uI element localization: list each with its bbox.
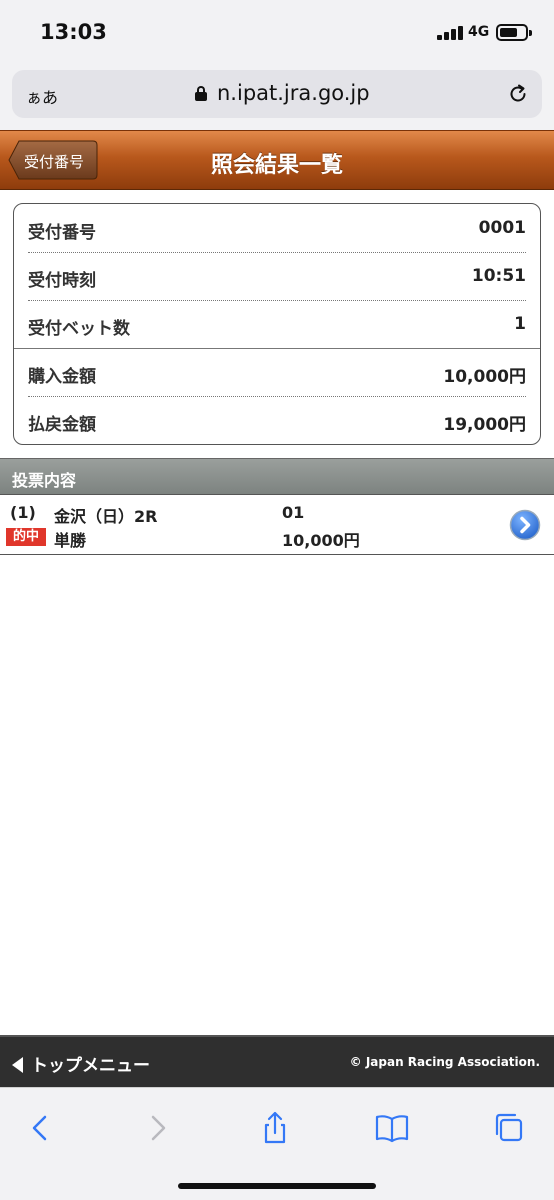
page-title: 照会結果一覧	[210, 153, 343, 178]
triangle-left-icon	[12, 1057, 23, 1073]
vote-section-title: 投票内容	[12, 471, 77, 490]
bet-count-label: 受付ベット数	[28, 319, 130, 339]
url-text[interactable]: n.ipat.jra.go.jp	[217, 81, 370, 105]
reload-icon[interactable]	[506, 82, 530, 106]
copyright-text: © Japan Racing Association.	[349, 1055, 540, 1069]
site-footer: トップメニュー © Japan Racing Association.	[0, 1035, 554, 1087]
receipt-time-value: 10:51	[471, 266, 526, 286]
receipt-number-row: 受付番号 0001	[14, 204, 540, 252]
purchase-amount-label: 購入金額	[28, 367, 96, 387]
vote-horse-number: 01	[282, 503, 305, 522]
vote-number: (1)	[10, 503, 36, 522]
bookmarks-icon[interactable]	[372, 1108, 412, 1148]
bet-count-value: 1	[514, 314, 526, 334]
home-indicator	[178, 1183, 376, 1189]
forward-arrow-icon[interactable]	[138, 1108, 178, 1148]
tabs-icon[interactable]	[490, 1108, 530, 1148]
vote-list-item[interactable]: (1) 金沢（日）2R 01 的中 単勝 10,000円	[0, 495, 554, 555]
vote-bet-type: 単勝	[54, 531, 87, 550]
top-menu-link[interactable]: トップメニュー	[12, 1051, 150, 1076]
share-icon[interactable]	[255, 1108, 295, 1148]
chevron-right-circle-icon[interactable]	[509, 509, 541, 541]
receipt-number-label: 受付番号	[28, 223, 96, 243]
address-bar[interactable]: ぁあ n.ipat.jra.go.jp	[12, 70, 542, 118]
text-size-button[interactable]: ぁあ	[26, 84, 58, 108]
hit-badge: 的中	[6, 528, 46, 546]
back-arrow-icon[interactable]	[20, 1108, 60, 1148]
payout-amount-row: 払戻金額 19,000円	[14, 396, 540, 444]
browser-address-area: ぁあ n.ipat.jra.go.jp	[0, 64, 554, 130]
network-label: 4G	[468, 24, 490, 40]
vote-race: 金沢（日）2R	[54, 507, 158, 526]
purchase-amount-value: 10,000円	[443, 367, 526, 387]
receipt-number-value: 0001	[478, 218, 526, 238]
lock-icon	[195, 86, 207, 101]
bet-count-row: 受付ベット数 1	[14, 300, 540, 348]
battery-icon	[496, 24, 532, 41]
status-bar: 13:03 4G	[0, 0, 554, 64]
payout-amount-value: 19,000円	[443, 415, 526, 435]
vote-section-header: 投票内容	[0, 458, 554, 495]
payout-amount-label: 払戻金額	[28, 415, 96, 435]
vote-amount: 10,000円	[282, 531, 360, 550]
top-menu-label: トップメニュー	[31, 1056, 150, 1076]
purchase-amount-row: 購入金額 10,000円	[14, 348, 540, 396]
receipt-info-box: 受付番号 0001 受付時刻 10:51 受付ベット数 1 購入金額 10,00…	[13, 203, 541, 445]
receipt-time-label: 受付時刻	[28, 271, 96, 291]
signal-icon	[437, 26, 465, 40]
page-header: 受付番号 照会結果一覧	[0, 130, 554, 190]
status-time: 13:03	[40, 20, 107, 44]
receipt-time-row: 受付時刻 10:51	[14, 252, 540, 300]
